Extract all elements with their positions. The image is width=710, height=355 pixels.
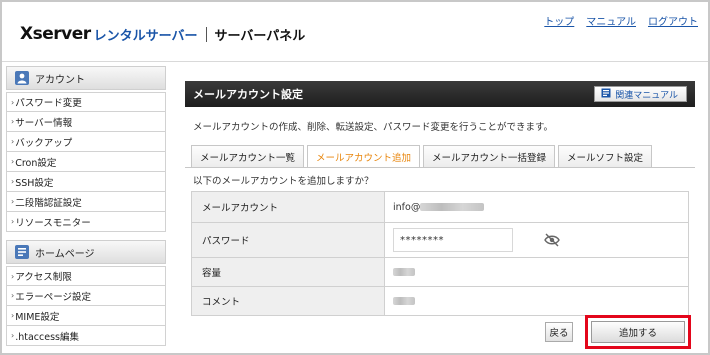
sidebar-item-label: パスワード変更: [15, 98, 82, 109]
sidebar-item-2fa[interactable]: › 二段階認証設定: [6, 192, 166, 212]
mail-account-prefix: info@: [393, 201, 421, 213]
logo-service: レンタルサーバー: [93, 28, 198, 44]
logo-panel: サーバーパネル: [214, 28, 306, 44]
chevron-right-icon: ›: [11, 331, 15, 340]
sidebar-item-server-info[interactable]: › サーバー情報: [6, 112, 166, 132]
top-links: トップ マニュアル ログアウト: [544, 13, 698, 28]
chevron-right-icon: ›: [11, 97, 15, 107]
related-manual-button[interactable]: 関連マニュアル: [594, 86, 687, 102]
sidebar-item-label: リソースモニター: [15, 217, 91, 229]
chevron-right-icon: ›: [11, 157, 15, 166]
logo[interactable]: Xserver レンタルサーバー サーバーパネル: [20, 24, 305, 44]
logo-divider: [205, 26, 207, 42]
table-row: パスワード ********: [191, 223, 689, 258]
related-manual-label: 関連マニュアル: [615, 90, 678, 101]
password-mask: ********: [400, 234, 444, 246]
redacted-comment: [393, 297, 415, 305]
chevron-right-icon: ›: [11, 117, 15, 126]
page-description: メールアカウントの作成、削除、転送設定、パスワード変更を行うことができます。: [193, 122, 554, 133]
sidebar-item-resource-monitor[interactable]: › リソースモニター: [6, 212, 166, 232]
browser-frame: Xserver レンタルサーバー サーバーパネル トップ マニュアル ログアウト…: [0, 0, 710, 355]
chevron-right-icon: ›: [11, 137, 15, 146]
capacity-label: 容量: [191, 258, 385, 286]
page-title: メールアカウント設定: [193, 88, 303, 101]
table-row: メールアカウント info@: [191, 192, 689, 223]
redacted-capacity: [393, 268, 415, 276]
sidebar-item-label: バックアップ: [15, 137, 73, 149]
tab-account-add[interactable]: メールアカウント追加: [307, 145, 421, 167]
person-icon: [15, 71, 29, 85]
sidebar-item-label: .htaccess編集: [15, 331, 79, 343]
password-label: パスワード: [191, 223, 385, 257]
comment-value: [385, 287, 689, 315]
redacted-domain: [420, 203, 485, 211]
sidebar-section-title: アカウント: [35, 74, 85, 86]
logout-link[interactable]: ログアウト: [648, 13, 698, 28]
table-row: コメント: [191, 287, 689, 316]
tab-account-list[interactable]: メールアカウント一覧: [191, 145, 305, 167]
tab-bulk-register[interactable]: メールアカウント一括登録: [423, 145, 556, 167]
eye-off-icon[interactable]: [544, 233, 560, 247]
sidebar-item-label: 二段階認証設定: [15, 197, 82, 209]
tab-divider: [185, 167, 695, 168]
password-field: ********: [393, 228, 560, 252]
sidebar-menu-homepage: › アクセス制限 › エラーページ設定 › MIME設定 › .htaccess編集: [6, 266, 166, 346]
chevron-right-icon: ›: [11, 311, 15, 320]
chevron-right-icon: ›: [11, 177, 15, 186]
sidebar-menu-account: › パスワード変更 › サーバー情報 › バックアップ › Cron設定 › SSH設定 …: [6, 92, 166, 232]
confirm-table: メールアカウント info@ パスワード ******** 容量 コメント: [191, 191, 689, 316]
chevron-right-icon: ›: [11, 291, 15, 300]
top-link[interactable]: トップ: [544, 13, 574, 28]
sidebar-section-homepage: ホームページ: [6, 240, 166, 264]
mail-account-value: info@: [385, 192, 689, 222]
sidebar-item-htaccess[interactable]: › .htaccess編集: [6, 326, 166, 346]
sidebar-item-label: アクセス制限: [15, 272, 72, 283]
manual-link[interactable]: マニュアル: [586, 13, 636, 28]
logo-brand: Xserver: [20, 24, 91, 44]
add-button[interactable]: 追加する: [591, 321, 685, 343]
capacity-value: [385, 258, 689, 286]
mail-account-label: メールアカウント: [191, 192, 385, 222]
sidebar-item-mime[interactable]: › MIME設定: [6, 306, 166, 326]
book-icon: [601, 88, 611, 101]
highlight-box: 追加する: [585, 315, 691, 349]
action-buttons: 戻る 追加する: [545, 315, 695, 349]
sidebar: アカウント › パスワード変更 › サーバー情報 › バックアップ › Cron設定 ›…: [2, 63, 170, 353]
password-value: ********: [385, 223, 689, 257]
comment-label: コメント: [191, 287, 385, 315]
chevron-right-icon: ›: [11, 197, 15, 206]
table-row: 容量: [191, 258, 689, 287]
chevron-right-icon: ›: [11, 217, 15, 226]
sidebar-item-cron[interactable]: › Cron設定: [6, 152, 166, 172]
page-title-bar: メールアカウント設定 関連マニュアル: [185, 81, 695, 107]
sidebar-item-ssh[interactable]: › SSH設定: [6, 172, 166, 192]
sidebar-item-label: エラーページ設定: [15, 291, 92, 303]
sidebar-item-backup[interactable]: › バックアップ: [6, 132, 166, 152]
sidebar-section-account: アカウント: [6, 66, 166, 90]
chevron-right-icon: ›: [11, 271, 15, 281]
sidebar-item-label: Cron設定: [15, 157, 57, 169]
back-button[interactable]: 戻る: [545, 322, 573, 342]
sidebar-item-password[interactable]: › パスワード変更: [6, 92, 166, 112]
header: Xserver レンタルサーバー サーバーパネル トップ マニュアル ログアウト: [2, 2, 708, 62]
sidebar-item-label: サーバー情報: [15, 117, 73, 129]
sidebar-section-title: ホームページ: [35, 248, 95, 260]
confirm-question: 以下のメールアカウントを追加しますか？: [193, 176, 374, 187]
document-icon: [15, 245, 29, 259]
sidebar-item-label: MIME設定: [15, 311, 60, 323]
tab-mail-software[interactable]: メールソフト設定: [558, 145, 653, 167]
sidebar-item-error-page[interactable]: › エラーページ設定: [6, 286, 166, 306]
sidebar-item-label: SSH設定: [15, 177, 54, 189]
main-panel: メールアカウント設定 関連マニュアル メールアカウントの作成、削除、転送設定、パ…: [185, 81, 695, 353]
tab-bar: メールアカウント一覧 メールアカウント追加 メールアカウント一括登録 メールソフ…: [191, 145, 653, 167]
sidebar-item-access-restriction[interactable]: › アクセス制限: [6, 266, 166, 286]
